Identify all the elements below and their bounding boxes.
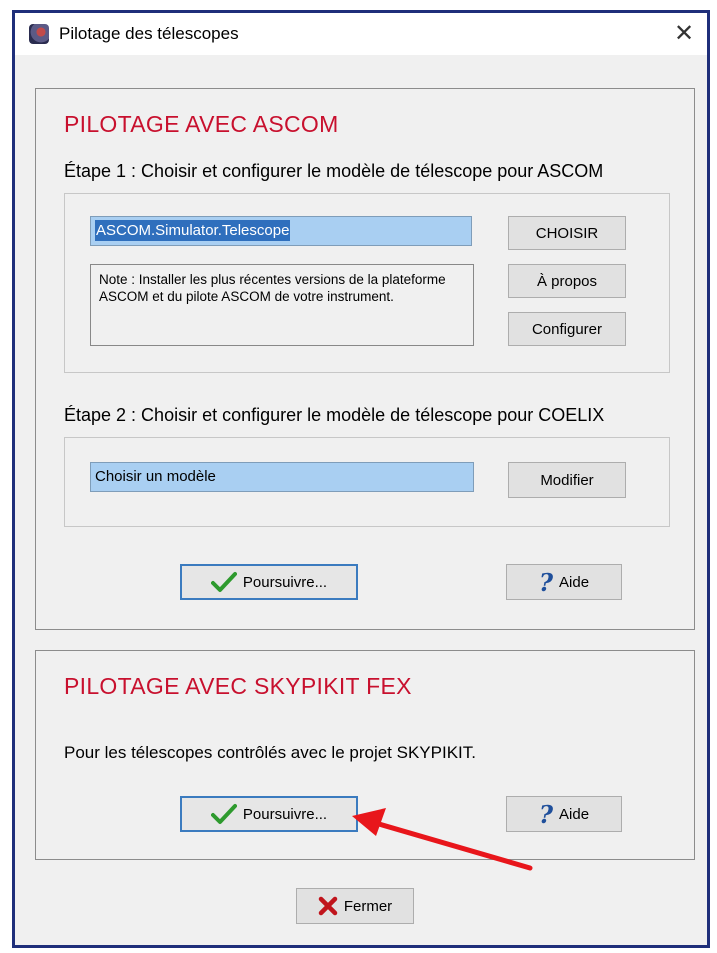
red-arrow-annotation [352, 808, 533, 871]
